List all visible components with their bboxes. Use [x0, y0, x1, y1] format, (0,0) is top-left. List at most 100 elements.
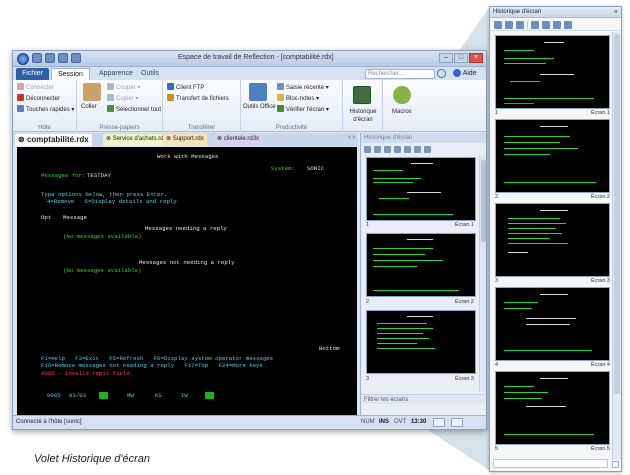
thumb-line: [504, 98, 594, 99]
screen-thumbnail-1[interactable]: [495, 35, 610, 109]
screen-label: Écran 5: [591, 446, 610, 452]
scrollbar-thumb[interactable]: [614, 34, 620, 394]
capture-icon[interactable]: [494, 20, 502, 29]
tab-tools[interactable]: Outils: [135, 68, 165, 80]
group-productivity-title: Productivité: [275, 125, 308, 131]
view-options-icon[interactable]: [451, 418, 463, 427]
save-icon[interactable]: [45, 53, 55, 63]
office-tools-icon[interactable]: [249, 83, 267, 101]
dock-screen-thumbnail-3[interactable]: [366, 310, 476, 374]
macros-icon[interactable]: [393, 86, 411, 104]
thumb-line: [544, 42, 564, 43]
oia-ks: KS: [155, 392, 162, 399]
select-all-button[interactable]: Sélectionner tout: [107, 105, 161, 114]
doc-tab-support[interactable]: ⊗ Support.rdx: [163, 134, 207, 146]
screen-thumbnail-2[interactable]: [495, 119, 610, 193]
spellcheck-button[interactable]: Vérifier l'écran ▾: [277, 105, 329, 114]
help-button[interactable]: Aide: [453, 69, 477, 78]
save-screens-icon[interactable]: [374, 146, 381, 153]
screen-history-icon[interactable]: [353, 86, 371, 104]
send-icon[interactable]: [516, 20, 524, 29]
resize-grip-icon[interactable]: [612, 461, 619, 468]
dock-screen-thumbnail-1[interactable]: [366, 157, 476, 221]
docked-pane-scrollbar[interactable]: [479, 156, 486, 392]
tab-scroll-arrows[interactable]: ‹ ›: [348, 134, 355, 141]
close-icon[interactable]: ×: [469, 53, 483, 63]
tab-appearance[interactable]: Apparence: [93, 68, 139, 80]
new-icon[interactable]: [32, 53, 42, 63]
clear-icon[interactable]: [564, 20, 572, 29]
ftp-client-button[interactable]: Client FTP: [167, 83, 204, 92]
oia-iw: IW: [181, 392, 188, 399]
thumb-line: [540, 378, 568, 379]
thumb-line: [377, 323, 427, 324]
scrollbar-thumb[interactable]: [481, 160, 486, 242]
thumb-line: [508, 233, 562, 234]
help-label: Aide: [462, 70, 477, 77]
notes-button[interactable]: Bloc-notes ▾: [277, 94, 319, 103]
print-icon[interactable]: [553, 20, 561, 29]
minimize-icon[interactable]: –: [439, 53, 453, 63]
tab-file[interactable]: Fichier: [16, 68, 50, 80]
thumb-line: [377, 338, 429, 339]
thumb-line: [504, 63, 546, 64]
thumb-line: [510, 81, 540, 82]
paste-label[interactable]: Coller: [81, 103, 97, 111]
file-transfer-label: Transfert de fichiers: [176, 96, 229, 102]
filter-icon[interactable]: [394, 146, 401, 153]
print-icon[interactable]: [58, 53, 68, 63]
paste-icon[interactable]: [83, 83, 101, 101]
disconnect-button[interactable]: Déconnecter: [17, 94, 60, 103]
print-icon[interactable]: [414, 146, 421, 153]
dock-screen-thumbnail-2[interactable]: [366, 233, 476, 297]
undo-icon[interactable]: [71, 53, 81, 63]
doc-tab-comptabilite[interactable]: ⊗ comptabilité.rdx: [15, 134, 92, 146]
clear-icon[interactable]: [424, 146, 431, 153]
app-orb-icon[interactable]: [17, 53, 29, 65]
file-transfer-button[interactable]: Transfert de fichiers: [167, 94, 229, 103]
recent-typing-button[interactable]: Saisie récente ▾: [277, 83, 329, 92]
thumb-line: [504, 50, 534, 51]
filter-screens-link[interactable]: Filtrer les écrans: [361, 394, 486, 404]
screen-label: Écran 4: [591, 362, 610, 368]
tab-session[interactable]: Session: [51, 68, 90, 80]
screen-thumbnail-4[interactable]: [495, 287, 610, 361]
quick-keys-button[interactable]: Touches rapides ▾: [17, 105, 74, 114]
send-icon[interactable]: [384, 146, 391, 153]
search-input[interactable]: Rechercher...: [365, 69, 435, 79]
oia-block-2: [205, 392, 214, 399]
thumb-line: [504, 148, 578, 149]
terminal-screen[interactable]: Work with Messages System: SONIC Message…: [17, 147, 357, 415]
save-screens-icon[interactable]: [505, 20, 513, 29]
recent-typing-label: Saisie récente: [286, 85, 325, 91]
group-clipboard: Coller Couper ▾ Copier ▾ Sélectionner to…: [77, 80, 163, 132]
thumb-line: [407, 316, 433, 317]
doc-tab-clientele[interactable]: ⊗ clientele.rd3x: [214, 134, 263, 146]
cut-button[interactable]: Couper ▾: [107, 83, 140, 92]
screen-label: Écran 1: [455, 222, 474, 228]
thumb-line: [504, 103, 534, 104]
connect-button[interactable]: Connecter: [17, 83, 54, 92]
screen-history-pane: Historique d'écran × 1 Écran 1 2 Écran 2: [489, 6, 622, 472]
camera-icon[interactable]: [404, 146, 411, 153]
pane-filter-input[interactable]: [493, 459, 608, 468]
screen-thumbnail-5[interactable]: [495, 371, 610, 445]
keyboard-icon: [17, 105, 24, 112]
group-history: Historique d'écran: [343, 80, 383, 132]
search-icon[interactable]: [437, 69, 446, 78]
screen-history-button[interactable]: Historique d'écran: [344, 108, 382, 124]
pane-scrollbar[interactable]: [612, 32, 621, 460]
layout-icon[interactable]: [433, 418, 445, 427]
macros-button[interactable]: Macros: [392, 108, 412, 116]
close-icon[interactable]: ×: [614, 7, 618, 18]
thumb-line: [377, 343, 417, 344]
ribbon-tabs: Fichier Session Apparence Outils Recherc…: [13, 67, 486, 80]
office-tools-label[interactable]: Outils Office: [243, 103, 276, 111]
screen-thumbnail-3[interactable]: [495, 203, 610, 277]
capture-icon[interactable]: [364, 146, 371, 153]
filter-icon[interactable]: [531, 20, 539, 29]
maximize-icon[interactable]: □: [454, 53, 468, 63]
camera-icon[interactable]: [542, 20, 550, 29]
notes-icon: [277, 94, 284, 101]
copy-button[interactable]: Copier ▾: [107, 94, 138, 103]
